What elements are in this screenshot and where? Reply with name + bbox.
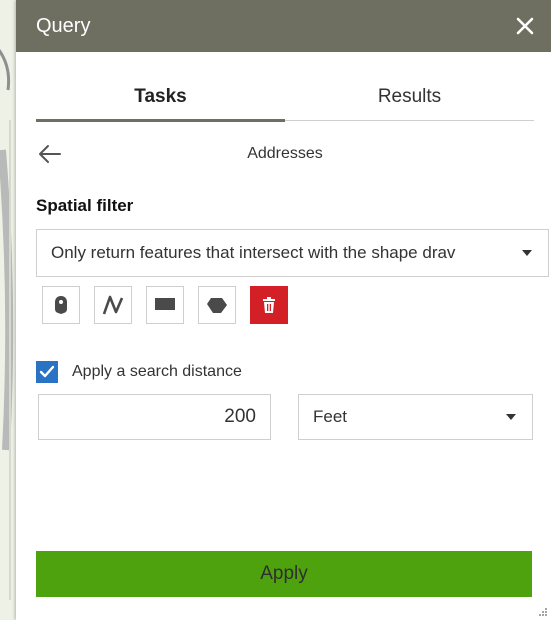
checkmark-icon: [39, 365, 55, 378]
draw-polyline-button[interactable]: [94, 286, 132, 324]
rectangle-icon: [155, 298, 175, 310]
trash-icon: [263, 297, 275, 313]
draw-polygon-button[interactable]: [198, 286, 236, 324]
chevron-down-icon: [522, 250, 532, 256]
polyline-icon: [102, 295, 124, 315]
query-panel: Query Tasks Results Addresses Spatial fi…: [16, 0, 551, 620]
resize-grip-icon[interactable]: [538, 607, 548, 617]
chevron-down-icon: [506, 414, 516, 420]
tab-bar: Tasks Results: [36, 80, 534, 122]
search-distance-input[interactable]: [38, 394, 271, 440]
search-distance-label: Apply a search distance: [72, 363, 242, 380]
distance-unit-value: Feet: [313, 407, 348, 426]
close-icon[interactable]: [513, 14, 537, 38]
clear-drawing-button[interactable]: [250, 286, 288, 324]
draw-tools: [42, 286, 288, 324]
arrow-left-icon[interactable]: [36, 140, 64, 168]
draw-rectangle-button[interactable]: [146, 286, 184, 324]
distance-unit-select[interactable]: Feet: [298, 394, 533, 440]
draw-point-button[interactable]: [42, 286, 80, 324]
task-title: Addresses: [247, 145, 323, 162]
spatial-filter-value: Only return features that intersect with…: [51, 243, 456, 262]
spatial-filter-select[interactable]: Only return features that intersect with…: [36, 229, 549, 277]
apply-button[interactable]: Apply: [36, 551, 532, 597]
polygon-icon: [207, 298, 227, 313]
panel-title: Query: [36, 14, 91, 37]
panel-header: Query: [16, 0, 551, 52]
search-distance-option: Apply a search distance: [36, 361, 242, 383]
spatial-filter-label: Spatial filter: [36, 196, 134, 215]
task-subheader: Addresses: [36, 138, 534, 170]
point-icon: [55, 296, 67, 314]
tab-tasks[interactable]: Tasks: [36, 80, 285, 122]
search-distance-checkbox[interactable]: [36, 361, 58, 383]
tab-results[interactable]: Results: [285, 80, 534, 120]
